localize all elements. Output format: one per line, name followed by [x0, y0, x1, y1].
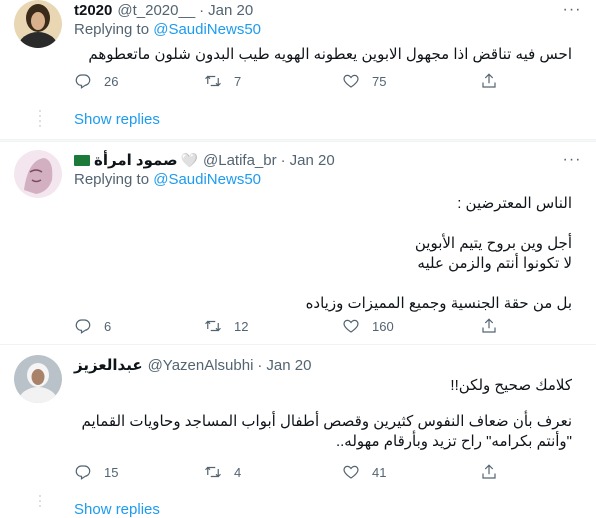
tweet-2[interactable]: صمود امرأة 🤍 @Latifa_br · Jan 20 ··· Rep…	[0, 150, 596, 340]
heart-emoji: 🤍	[180, 151, 199, 168]
retweet-count: 12	[234, 318, 249, 334]
reply-button[interactable]: 15	[74, 462, 118, 482]
reply-button[interactable]: 6	[74, 316, 111, 336]
tweet-text-line	[74, 396, 572, 412]
thread-dots	[39, 110, 41, 130]
retweet-button[interactable]: 12	[204, 316, 248, 336]
replying-to: Replying to @SaudiNews50	[74, 21, 261, 38]
tweet-date[interactable]: Jan 20	[290, 152, 335, 169]
reply-count: 15	[104, 464, 119, 480]
like-count: 41	[372, 464, 387, 480]
action-bar: 26 7 75	[74, 71, 514, 91]
thread-dots	[39, 495, 41, 510]
user-handle[interactable]: @YazenAlsubhi	[148, 357, 254, 374]
tweet-header: صمود امرأة 🤍 @Latifa_br · Jan 20	[74, 150, 335, 170]
action-bar: 6 12 160	[74, 316, 514, 336]
action-bar: 15 4 41	[74, 462, 514, 482]
share-button[interactable]	[480, 71, 498, 91]
tweet-text-line: نعرف بأن ضعاف النفوس كثيرين وقصص أطفال أ…	[81, 413, 572, 430]
display-name[interactable]: t2020	[74, 2, 112, 19]
reply-icon	[75, 74, 91, 89]
tweet-date[interactable]: Jan 20	[266, 357, 311, 374]
reply-icon	[75, 319, 91, 334]
tweet-1[interactable]: t2020 @t_2020__ · Jan 20 ··· Replying to…	[0, 0, 596, 133]
more-options-icon[interactable]: ···	[562, 0, 582, 20]
tweet-header: عبدالعزيز @YazenAlsubhi · Jan 20	[74, 355, 311, 375]
share-icon	[482, 318, 496, 333]
share-icon	[482, 464, 496, 479]
user-handle[interactable]: @t_2020__	[117, 2, 195, 19]
separator-dot: ·	[257, 356, 263, 374]
heart-icon	[343, 465, 359, 479]
tweet-text-line: كلامك صحيح ولكن!!	[450, 377, 572, 394]
tweet-header: t2020 @t_2020__ · Jan 20	[74, 0, 253, 20]
retweet-icon	[205, 75, 221, 87]
replying-label: Replying to	[74, 171, 150, 188]
retweet-count: 7	[234, 73, 242, 89]
tweet-text: الناس المعترضين : أجل وين بروح يتيم الأب…	[74, 194, 572, 314]
tweet-text: احس فيه تناقض اذا مجهول الابوين يعطونه ا…	[74, 45, 572, 65]
show-replies-link[interactable]: Show replies	[74, 111, 160, 128]
reply-icon	[75, 465, 91, 480]
tweet-text-line: "وأنتم بكرامه" راح تزيد وبأرقام مهوله..	[335, 433, 572, 450]
heart-icon	[343, 74, 359, 88]
user-handle[interactable]: @Latifa_br	[203, 152, 277, 169]
replying-to: Replying to @SaudiNews50	[74, 171, 261, 188]
tweet-text: كلامك صحيح ولكن!! نعرف بأن ضعاف النفوس ك…	[74, 376, 572, 452]
like-count: 160	[372, 318, 394, 334]
separator-dot: ·	[199, 1, 205, 19]
tweet-text-line: بل من حقة الجنسية وجميع المميزات وزياده	[305, 295, 572, 312]
like-button[interactable]: 75	[342, 71, 386, 91]
tweet-text-line: الناس المعترضين :	[457, 195, 572, 212]
like-count: 75	[372, 73, 387, 89]
tweet-text-line: احس فيه تناقض اذا مجهول الابوين يعطونه ا…	[88, 46, 572, 63]
tweet-3[interactable]: عبدالعزيز @YazenAlsubhi · Jan 20 كلامك ص…	[0, 355, 596, 518]
heart-icon	[343, 319, 359, 333]
retweet-button[interactable]: 7	[204, 71, 241, 91]
retweet-count: 4	[234, 464, 242, 480]
replying-to-link[interactable]: @SaudiNews50	[153, 171, 261, 188]
divider	[0, 139, 596, 142]
display-name[interactable]: صمود امرأة	[94, 151, 178, 169]
retweet-icon	[205, 320, 221, 332]
tweet-text-line: لا تكونوا أنتم والزمن عليه	[417, 255, 572, 272]
reply-button[interactable]: 26	[74, 71, 118, 91]
avatar[interactable]	[14, 150, 62, 198]
retweet-icon	[205, 466, 221, 478]
avatar[interactable]	[14, 0, 62, 48]
display-name[interactable]: عبدالعزيز	[74, 356, 143, 374]
replying-to-link[interactable]: @SaudiNews50	[153, 21, 261, 38]
like-button[interactable]: 41	[342, 462, 386, 482]
share-button[interactable]	[480, 316, 498, 336]
retweet-button[interactable]: 4	[204, 462, 241, 482]
flag-icon	[74, 154, 90, 166]
show-replies-link[interactable]: Show replies	[74, 501, 160, 518]
more-options-icon[interactable]: ···	[562, 150, 582, 170]
like-button[interactable]: 160	[342, 316, 394, 336]
share-button[interactable]	[480, 462, 498, 482]
tweet-text-line: أجل وين بروح يتيم الأبوين	[414, 235, 572, 252]
divider	[0, 344, 596, 345]
tweet-date[interactable]: Jan 20	[208, 2, 253, 19]
reply-count: 6	[104, 318, 112, 334]
reply-count: 26	[104, 73, 119, 89]
tweet-text-line	[74, 274, 572, 294]
separator-dot: ·	[280, 151, 286, 169]
replying-label: Replying to	[74, 21, 150, 38]
share-icon	[482, 73, 496, 88]
tweet-text-line	[74, 214, 572, 234]
avatar[interactable]	[14, 355, 62, 403]
